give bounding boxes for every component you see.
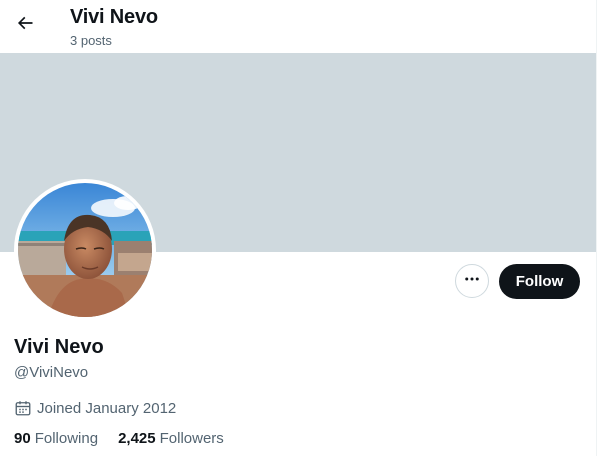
profile-page: Vivi Nevo 3 posts Follow Vivi Nevo @Vivi…	[0, 0, 596, 456]
post-count: 3 posts	[70, 33, 112, 48]
header-title: Vivi Nevo	[70, 6, 158, 28]
more-horizontal-icon	[463, 270, 481, 293]
avatar[interactable]	[14, 179, 156, 321]
arrow-left-icon	[15, 13, 35, 38]
more-options-button[interactable]	[455, 264, 489, 298]
profile-header: Vivi Nevo 3 posts	[0, 0, 596, 53]
display-name: Vivi Nevo	[14, 336, 104, 358]
user-handle: @ViviNevo	[14, 364, 89, 381]
followers-label: Followers	[159, 430, 224, 447]
column-divider	[596, 0, 597, 456]
calendar-icon	[14, 399, 32, 417]
followers-link[interactable]: 2,425 Followers	[118, 430, 224, 447]
following-link[interactable]: 90 Following	[14, 430, 98, 447]
follow-button[interactable]: Follow	[499, 264, 580, 299]
avatar-photo	[18, 183, 152, 317]
back-button[interactable]	[8, 8, 42, 42]
followers-count: 2,425	[118, 430, 156, 447]
following-label: Following	[34, 430, 99, 447]
follow-stats: 90 Following 2,425 Followers	[14, 430, 244, 447]
following-count: 90	[14, 430, 31, 447]
joined-date: Joined January 2012	[14, 399, 176, 417]
joined-text: Joined January 2012	[37, 399, 177, 417]
